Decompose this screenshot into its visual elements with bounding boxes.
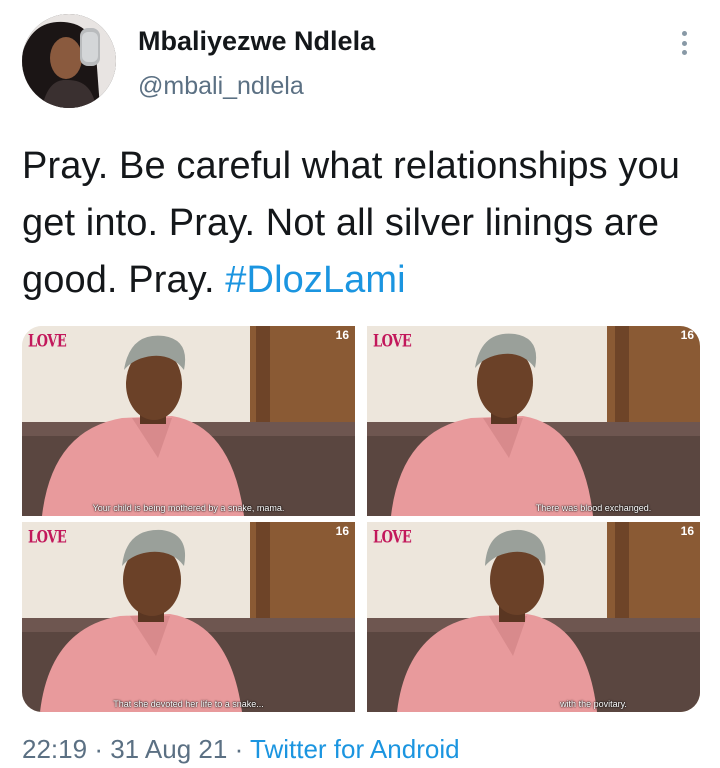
channel-logo: LOVE xyxy=(28,528,67,548)
tweet-time[interactable]: 22:19 xyxy=(22,734,87,764)
media-image-2[interactable]: LOVE 16 There was blood exchanged. xyxy=(367,326,700,516)
channel-logo: LOVE xyxy=(373,332,412,352)
channel-logo: LOVE xyxy=(28,332,67,352)
tweet-body: Pray. Be careful what relationships you … xyxy=(22,138,702,309)
tweet-meta: 22:19 · 31 Aug 21 · Twitter for Android xyxy=(22,734,460,765)
source-client-link[interactable]: Twitter for Android xyxy=(250,734,460,764)
video-still-4 xyxy=(367,522,700,712)
hashtag-link[interactable]: #DlozLami xyxy=(225,259,405,301)
episode-number: 16 xyxy=(680,524,694,538)
video-subtitle: That she devoted her life to a snake... xyxy=(113,699,264,709)
display-name[interactable]: Mbaliyezwe Ndlela xyxy=(138,26,375,57)
media-image-4[interactable]: LOVE 16 with the povitary. xyxy=(367,522,700,712)
video-still-3 xyxy=(22,522,355,712)
episode-number: 16 xyxy=(335,328,349,342)
dot xyxy=(681,50,687,55)
meta-separator: · xyxy=(234,734,244,764)
media-image-3[interactable]: LOVE 16 That she devoted her life to a s… xyxy=(22,522,355,712)
meta-separator: · xyxy=(94,734,103,764)
video-still-2 xyxy=(367,326,700,516)
dot xyxy=(681,31,687,36)
user-avatar[interactable] xyxy=(22,14,116,108)
video-subtitle: Your child is being mothered by a snake,… xyxy=(92,503,285,513)
media-image-1[interactable]: LOVE 16 Your child is being mothered by … xyxy=(22,326,355,516)
more-options-icon[interactable] xyxy=(672,26,696,60)
tweet-header: Mbaliyezwe Ndlela @mbali_ndlela xyxy=(0,0,720,120)
tweet-date[interactable]: 31 Aug 21 xyxy=(110,734,227,764)
video-subtitle: There was blood exchanged. xyxy=(535,503,652,513)
user-handle[interactable]: @mbali_ndlela xyxy=(138,72,304,101)
video-still-1 xyxy=(22,326,355,516)
avatar-image xyxy=(22,14,116,108)
video-subtitle: with the povitary. xyxy=(560,699,627,709)
channel-logo: LOVE xyxy=(373,528,412,548)
episode-number: 16 xyxy=(680,328,694,342)
dot xyxy=(681,40,687,46)
episode-number: 16 xyxy=(335,524,349,538)
media-grid: LOVE 16 Your child is being mothered by … xyxy=(22,326,700,712)
